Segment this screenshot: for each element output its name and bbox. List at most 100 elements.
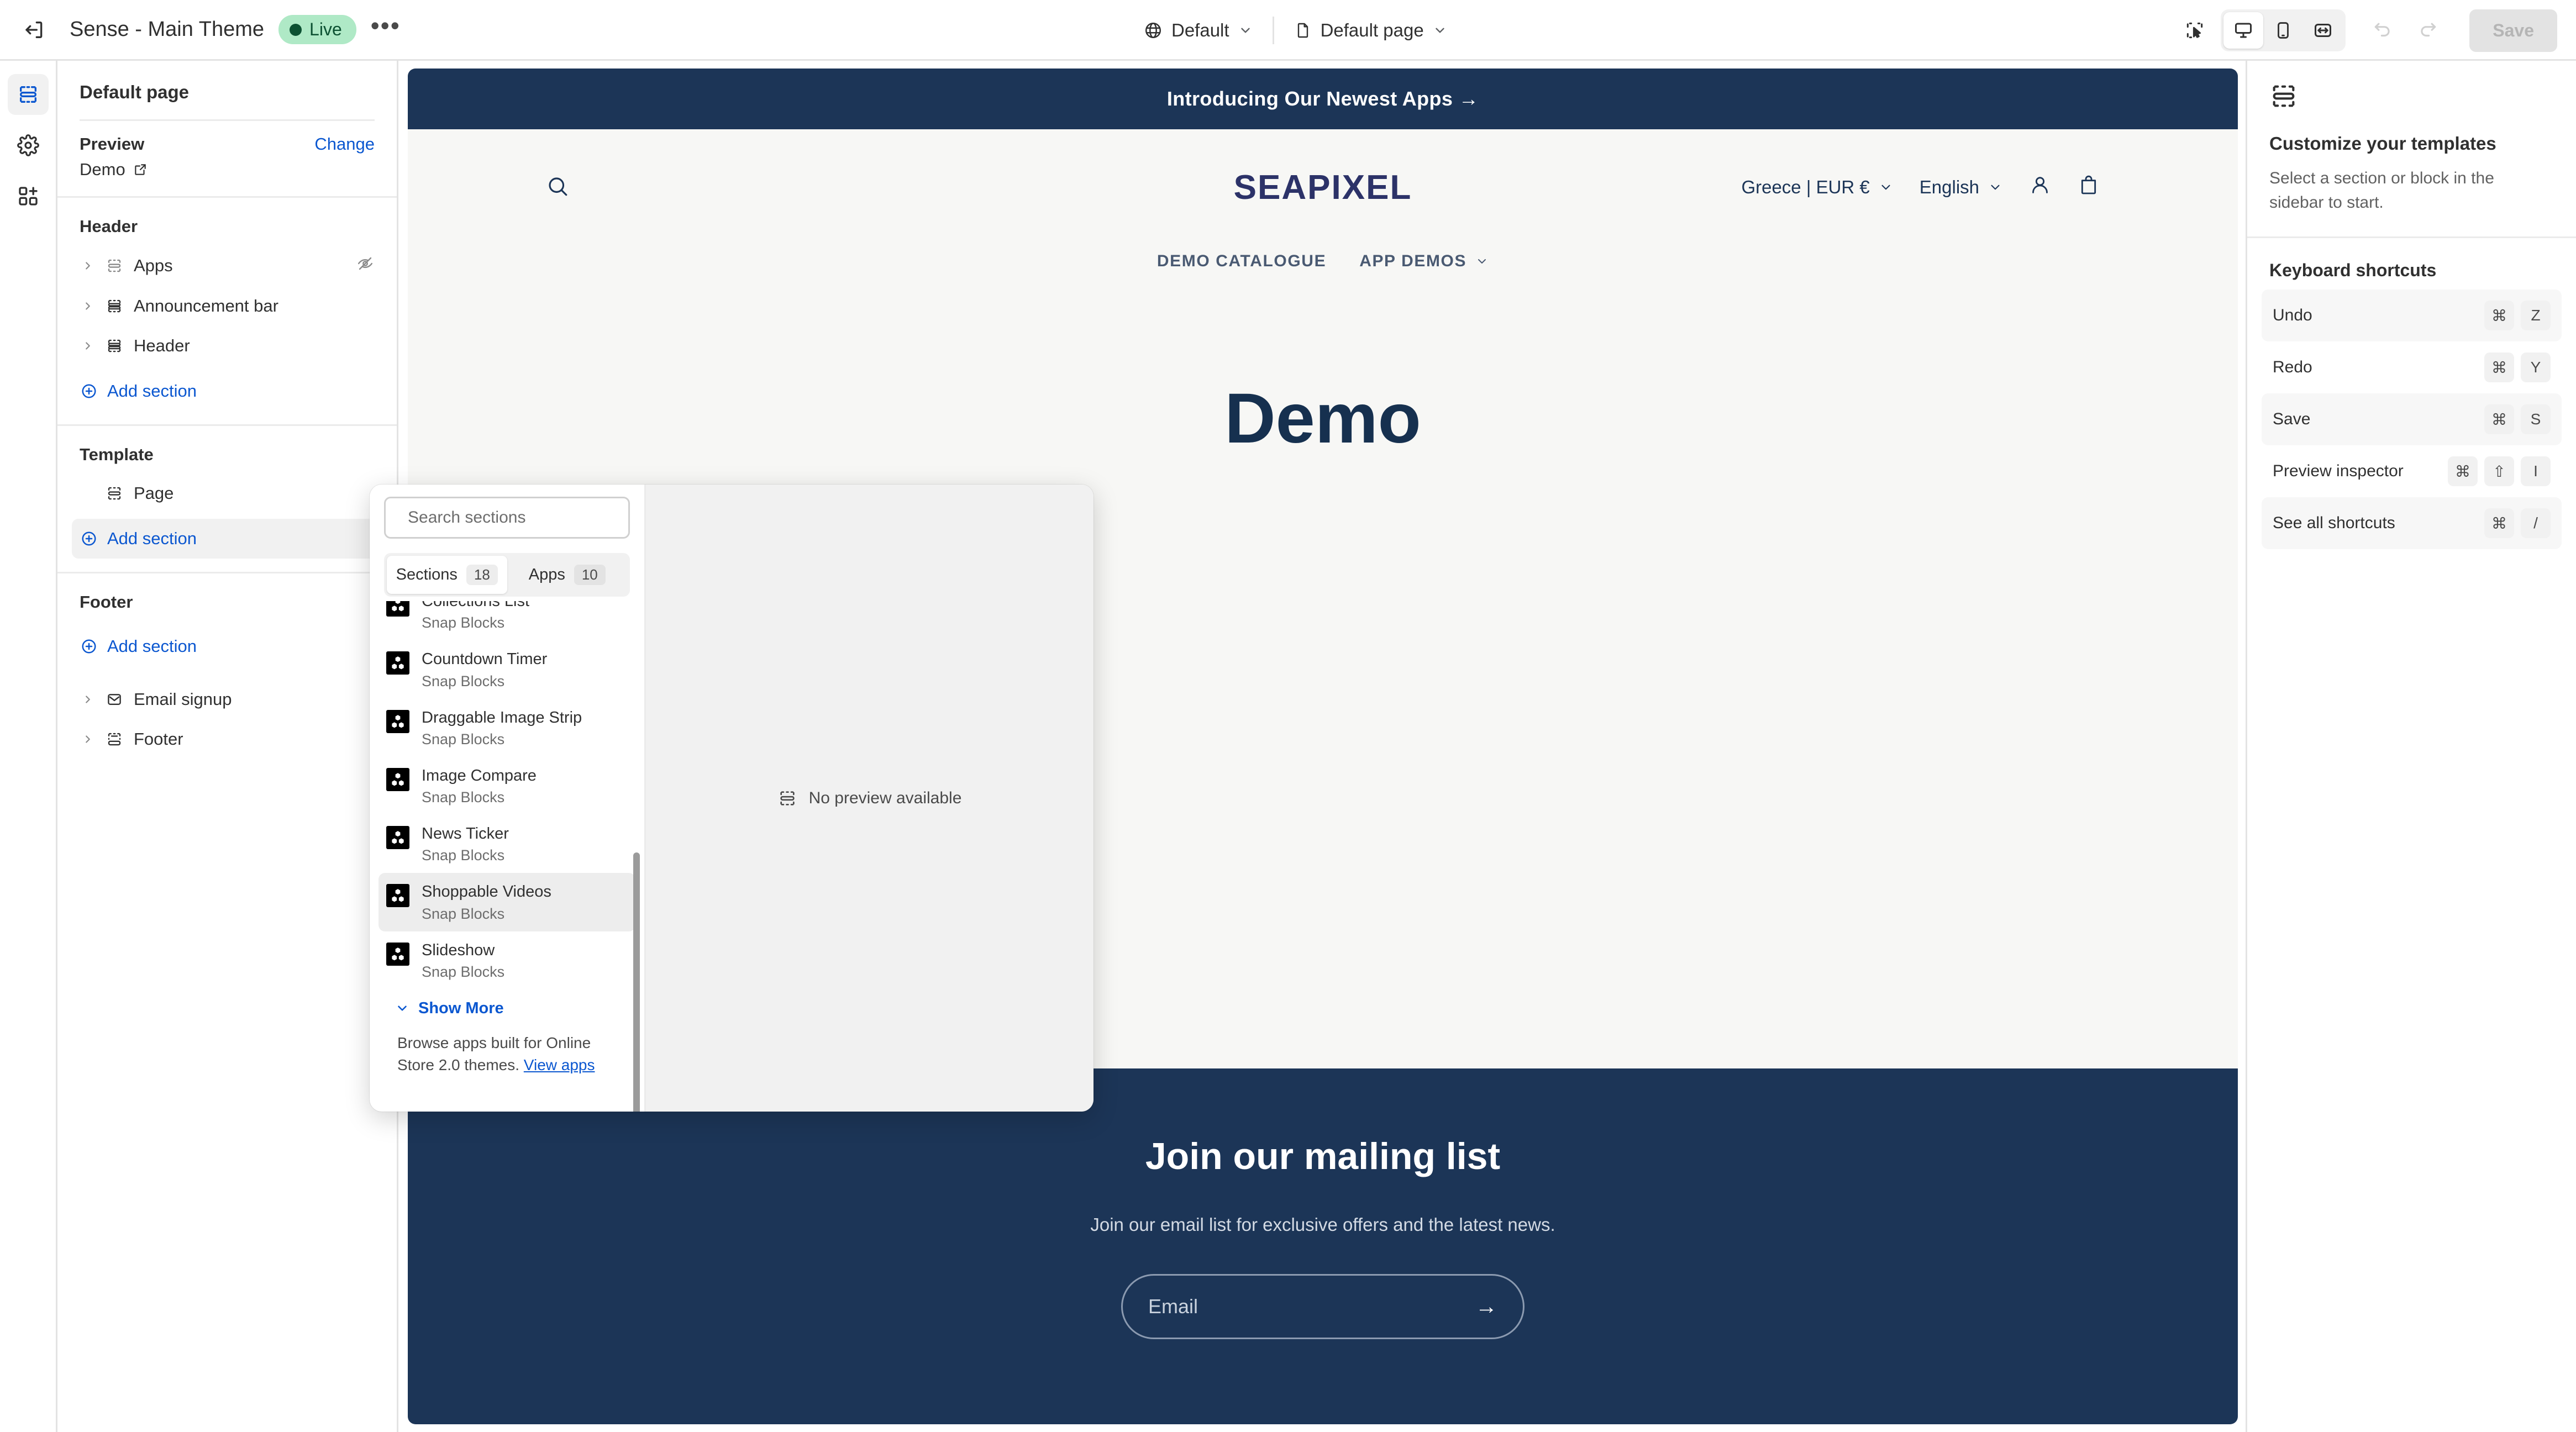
- chevron-right-icon[interactable]: [81, 340, 95, 352]
- sidebar-item-page[interactable]: Page: [72, 473, 382, 513]
- gear-icon: [17, 134, 39, 156]
- nav-item-label: DEMO CATALOGUE: [1156, 252, 1327, 270]
- snap-blocks-app-icon: [386, 826, 409, 849]
- device-desktop-button[interactable]: [2223, 12, 2264, 49]
- chevron-right-icon[interactable]: [81, 300, 95, 312]
- section-list[interactable]: Collections List Snap Blocks Countdown T…: [370, 601, 644, 1112]
- more-options-button[interactable]: •••: [366, 10, 405, 49]
- page-icon: [1297, 23, 1308, 38]
- templates-icon: [2247, 61, 2576, 113]
- market-selector[interactable]: Default: [1133, 13, 1264, 48]
- search-sections-field[interactable]: [384, 497, 630, 539]
- sidebar-item-announcement-bar[interactable]: Announcement bar: [72, 286, 382, 326]
- sidebar-item-label: Announcement bar: [134, 296, 278, 315]
- topbar-divider: [1272, 17, 1274, 44]
- shortcut-row-see-all[interactable]: See all shortcuts ⌘ /: [2262, 497, 2562, 549]
- list-item[interactable]: News Ticker Snap Blocks: [378, 815, 635, 873]
- sidebar-item-label: Page: [134, 483, 174, 503]
- live-dot-icon: [290, 23, 302, 36]
- show-more-label: Show More: [418, 999, 504, 1017]
- tab-sections[interactable]: Sections 18: [387, 556, 507, 594]
- chevron-right-icon[interactable]: [81, 693, 95, 706]
- status-badge: Live: [278, 15, 356, 44]
- search-input[interactable]: [408, 508, 621, 527]
- no-preview-placeholder: No preview available: [778, 788, 962, 808]
- sidebar-item-label: Apps: [134, 256, 173, 275]
- popover-left-pane: Sections 18 Apps 10 Collections List Sna…: [370, 485, 646, 1112]
- tab-apps-label: Apps: [528, 566, 565, 583]
- shortcut-label: Undo: [2273, 306, 2312, 324]
- nav-item-demo-catalogue[interactable]: DEMO CATALOGUE: [1157, 252, 1326, 271]
- device-fullwidth-button[interactable]: [2303, 12, 2343, 49]
- list-item[interactable]: Image Compare Snap Blocks: [378, 757, 635, 815]
- chevron-right-icon[interactable]: [81, 260, 95, 272]
- undo-button[interactable]: [2364, 12, 2401, 49]
- shortcut-keys: ⌘ Z: [2484, 301, 2551, 330]
- hidden-eye-icon[interactable]: [357, 255, 374, 276]
- preview-change-link[interactable]: Change: [314, 134, 375, 154]
- tab-apps[interactable]: Apps 10: [507, 556, 628, 594]
- apps-icon: [18, 187, 38, 206]
- key-badge: ⌘: [2484, 301, 2514, 330]
- list-item[interactable]: Collections List Snap Blocks: [378, 601, 635, 640]
- keyboard-shortcuts-title: Keyboard shortcuts: [2269, 260, 2437, 280]
- list-item[interactable]: Shoppable Videos Snap Blocks: [378, 873, 635, 931]
- newsletter-submit-button[interactable]: →: [1475, 1294, 1497, 1319]
- save-button[interactable]: Save: [2469, 9, 2557, 52]
- select-inspector-icon[interactable]: [2175, 11, 2214, 50]
- preview-value[interactable]: Demo: [57, 157, 397, 196]
- list-item[interactable]: Draggable Image Strip Snap Blocks: [378, 699, 635, 757]
- shortcut-keys: ⌘ /: [2484, 508, 2551, 538]
- sidebar-item-header[interactable]: Header: [72, 326, 382, 366]
- chevron-right-icon[interactable]: [81, 733, 95, 745]
- account-icon[interactable]: [2029, 174, 2051, 201]
- shortcut-row-redo[interactable]: Redo ⌘ Y: [2262, 341, 2562, 393]
- list-item[interactable]: Countdown Timer Snap Blocks: [378, 640, 635, 698]
- add-section-button-header[interactable]: Add section: [72, 371, 382, 411]
- search-icon[interactable]: [546, 175, 569, 201]
- popover-preview-pane: No preview available: [646, 485, 1094, 1112]
- sidebar-item-email-signup[interactable]: Email signup: [72, 680, 382, 719]
- right-panel-title: Customize your templates: [2269, 133, 2496, 154]
- shortcut-row-save[interactable]: Save ⌘ S: [2262, 393, 2562, 445]
- announcement-bar[interactable]: Introducing Our Newest Apps →: [408, 69, 2238, 129]
- view-apps-link[interactable]: View apps: [524, 1056, 595, 1073]
- preview-value-label: Demo: [80, 160, 125, 179]
- tab-sections-label: Sections: [396, 566, 458, 583]
- store-logo[interactable]: SEAPIXEL: [1234, 168, 1412, 207]
- list-item-sub: Snap Blocks: [422, 672, 505, 689]
- sidebar-item-apps[interactable]: Apps: [72, 245, 382, 286]
- rail-sections-button[interactable]: [7, 74, 49, 115]
- list-scrollbar[interactable]: [633, 852, 640, 1112]
- exit-icon[interactable]: [15, 10, 54, 49]
- list-item-name: Draggable Image Strip: [422, 708, 582, 726]
- shortcut-row-undo[interactable]: Undo ⌘ Z: [2262, 289, 2562, 341]
- list-item[interactable]: Slideshow Snap Blocks: [378, 931, 635, 989]
- newsletter-form: →: [1121, 1274, 1524, 1339]
- no-preview-label: No preview available: [808, 788, 962, 807]
- add-section-label: Add section: [107, 381, 197, 401]
- show-more-button[interactable]: Show More: [378, 989, 635, 1023]
- newsletter-subtitle: Join our email list for exclusive offers…: [1090, 1214, 1555, 1235]
- page-selector[interactable]: Default page: [1283, 13, 1458, 48]
- rail-apps-button[interactable]: [8, 176, 49, 217]
- cart-icon[interactable]: [2078, 174, 2100, 201]
- add-section-button-template[interactable]: Add section: [72, 519, 382, 559]
- device-mobile-button[interactable]: [2263, 12, 2303, 49]
- language-selector[interactable]: English: [1920, 177, 2002, 198]
- language-label: English: [1919, 177, 1979, 197]
- shortcut-keys: ⌘ S: [2484, 404, 2551, 434]
- redo-button[interactable]: [2410, 12, 2446, 49]
- add-section-button-footer[interactable]: Add section: [72, 626, 382, 666]
- page-selector-label: Default page: [1320, 20, 1424, 40]
- list-item-sub: Snap Blocks: [422, 730, 505, 747]
- shortcut-row-preview-inspector[interactable]: Preview inspector ⌘ ⇧ I: [2262, 445, 2562, 497]
- plus-circle-icon: [82, 384, 96, 398]
- rail-settings-button[interactable]: [8, 125, 49, 166]
- nav-item-app-demos[interactable]: APP DEMOS: [1359, 252, 1489, 271]
- email-field[interactable]: [1148, 1295, 1475, 1318]
- sidebar-item-footer[interactable]: Footer: [72, 719, 382, 759]
- section-icon: [108, 259, 121, 272]
- tab-sections-count: 18: [466, 565, 498, 585]
- locale-selector[interactable]: Greece | EUR €: [1741, 177, 1892, 198]
